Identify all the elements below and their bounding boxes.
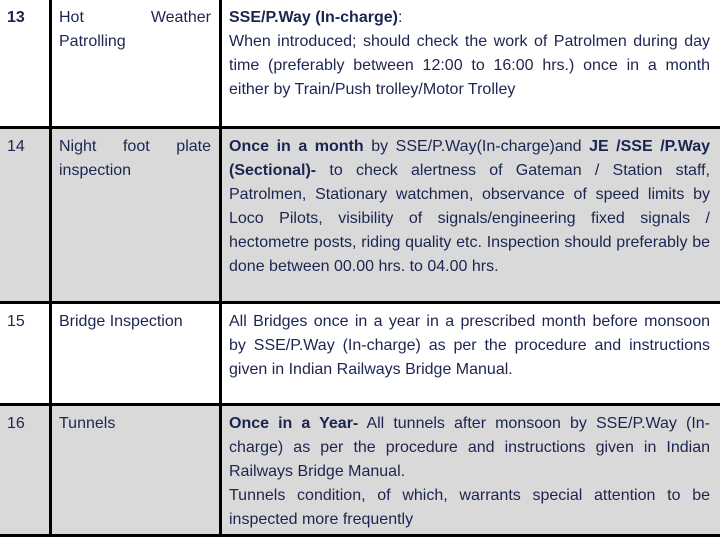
item-description: All Bridges once in a year in a prescrib… [219,300,720,406]
item-name: Hot Weather Patrolling [49,0,222,129]
table-row: 16 Tunnels Once in a Year- All tunnels a… [0,402,720,537]
row-number: 14 [0,125,52,304]
item-description: SSE/P.Way (In-charge): When introduced; s… [219,0,720,129]
row-number: 13 [0,0,52,129]
table-row: 13 Hot Weather Patrolling SSE/P.Way (In-… [0,0,720,129]
inspection-schedule-table: 13 Hot Weather Patrolling SSE/P.Way (In-… [0,0,720,537]
row-number: 15 [0,300,52,406]
item-name: Night foot plate inspection [49,125,222,304]
table-row: 15 Bridge Inspection All Bridges once in… [0,300,720,406]
item-name: Bridge Inspection [49,300,222,406]
item-name: Tunnels [49,402,222,537]
row-number: 16 [0,402,52,537]
table-row: 14 Night foot plate inspection Once in a… [0,125,720,304]
item-description: Once in a month by SSE/P.Way(In-charge)a… [219,125,720,304]
item-description: Once in a Year- All tunnels after monsoo… [219,402,720,537]
